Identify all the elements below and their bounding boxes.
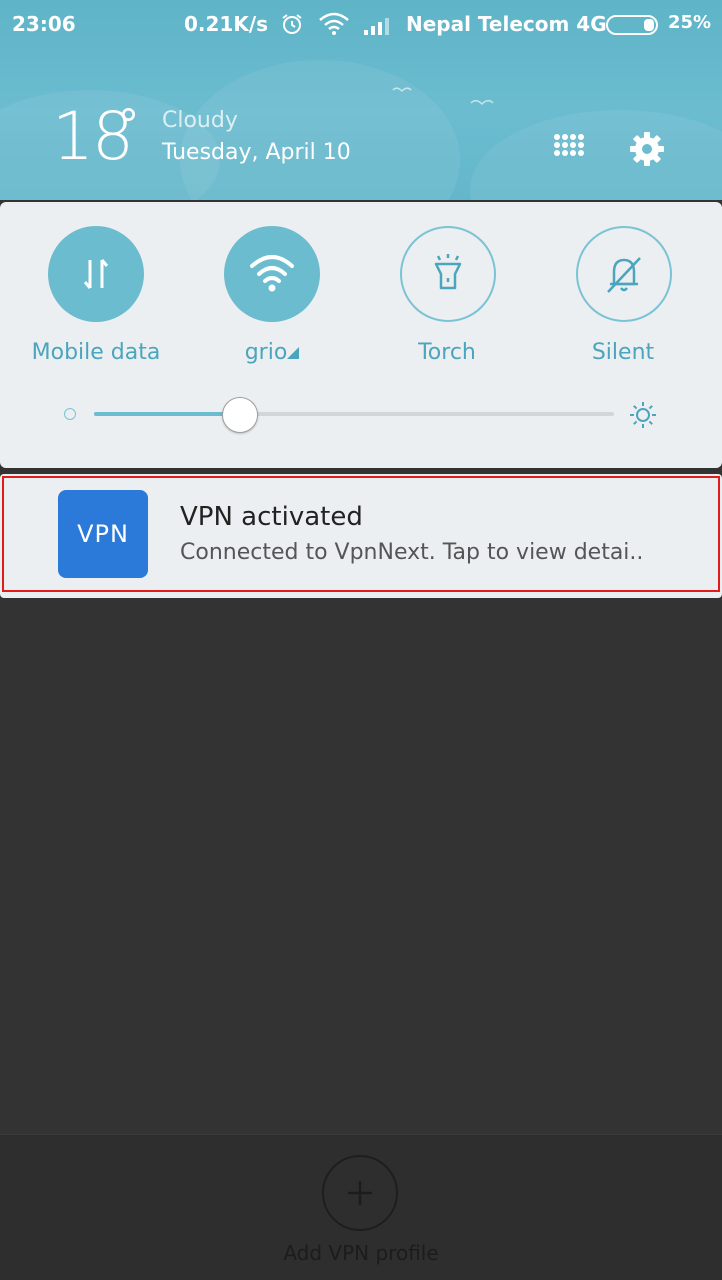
bird-decoration-icon	[392, 87, 412, 93]
brightness-slider[interactable]	[94, 412, 614, 416]
mobile-data-icon	[83, 259, 109, 289]
grid-icon[interactable]	[552, 132, 586, 166]
signal-icon	[364, 18, 389, 35]
carrier-name: Nepal Telecom 4G	[406, 12, 607, 36]
alarm-icon	[282, 14, 302, 34]
silent-bell-icon	[607, 257, 641, 293]
clock: 23:06	[12, 12, 76, 36]
battery-icon	[606, 15, 658, 35]
add-vpn-profile-button[interactable]	[322, 1155, 398, 1231]
wifi-network-name: grio	[244, 340, 288, 365]
brightness-low-icon	[64, 408, 76, 420]
brightness-fill	[94, 412, 240, 416]
status-bar: 23:06 0.21K/s Nepal Telecom 4G 25%	[0, 0, 722, 50]
brightness-thumb[interactable]	[221, 397, 258, 433]
silent-toggle[interactable]	[576, 226, 672, 322]
add-vpn-profile-label: Add VPN profile	[283, 1241, 439, 1265]
quick-settings-panel: Mobile data grio Torch Silent	[0, 202, 722, 468]
torch-icon	[434, 254, 462, 290]
wifi-label: grio	[184, 340, 360, 365]
torch-label: Torch	[418, 340, 476, 365]
dropdown-triangle-icon	[287, 347, 300, 359]
wifi-icon	[319, 12, 349, 35]
weather-condition: Cloudy	[162, 108, 238, 133]
mobile-data-label: Mobile data	[31, 340, 161, 365]
silent-label: Silent	[591, 340, 655, 365]
date: Tuesday, April 10	[162, 140, 351, 165]
highlight-box	[2, 476, 720, 592]
temperature-unit: °	[118, 100, 139, 149]
brightness-high-icon	[630, 402, 656, 428]
wifi-icon	[250, 255, 294, 292]
wifi-toggle[interactable]	[224, 226, 320, 322]
cloud-decoration	[470, 110, 722, 200]
plus-icon	[348, 1181, 372, 1205]
notification-shade-header: 23:06 0.21K/s Nepal Telecom 4G 25% 18 ° …	[0, 0, 722, 200]
vpn-notification[interactable]: VPN VPN activated Connected to VpnNext. …	[0, 474, 722, 598]
torch-toggle[interactable]	[400, 226, 496, 322]
network-speed: 0.21K/s	[184, 12, 269, 36]
bird-decoration-icon	[470, 100, 494, 106]
battery-percentage: 25%	[668, 12, 712, 33]
mobile-data-toggle[interactable]	[48, 226, 144, 322]
gear-icon[interactable]	[628, 130, 666, 168]
background-app-bottom-bar: Add VPN profile	[0, 1134, 722, 1280]
